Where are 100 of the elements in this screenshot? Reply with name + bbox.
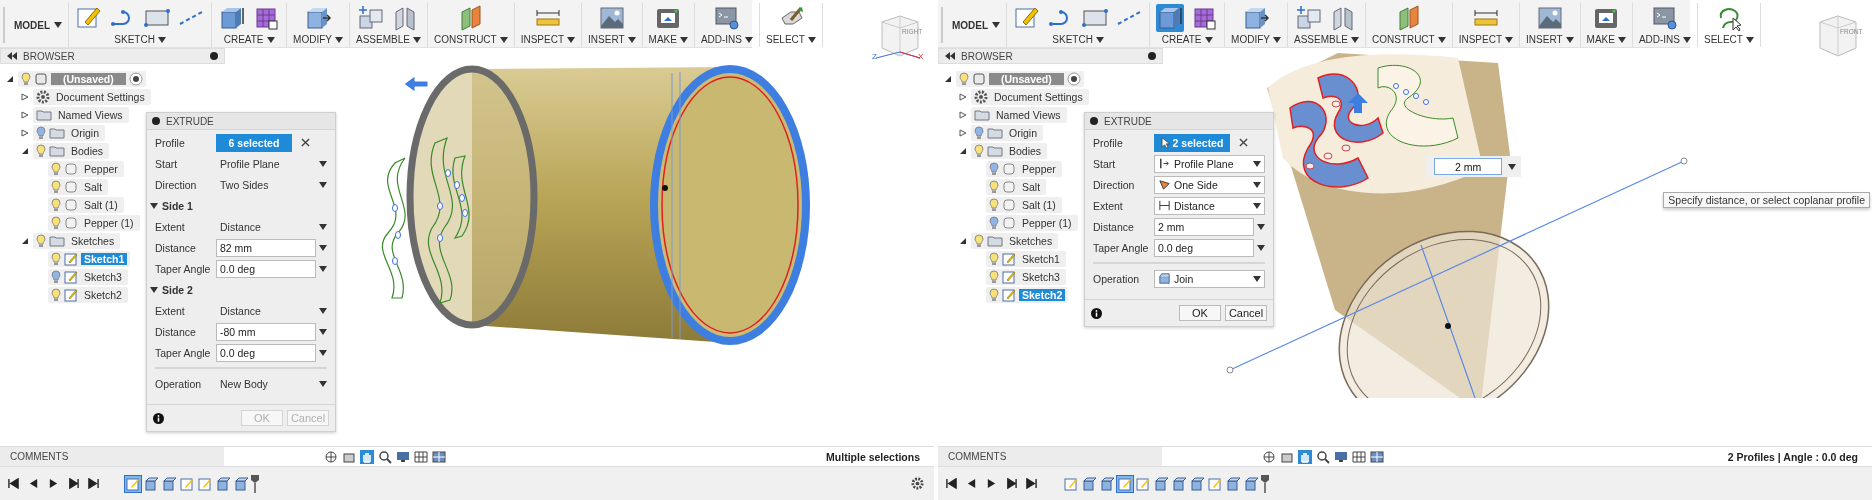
collapse-panel-icon[interactable] (7, 52, 17, 60)
extrude-feature-icon[interactable] (1099, 475, 1115, 492)
light-bulb-icon[interactable] (959, 72, 969, 86)
workspace-menu-button[interactable]: MODEL (8, 3, 70, 47)
dropdown[interactable]: Distance (216, 304, 316, 317)
light-bulb-icon[interactable] (21, 72, 31, 86)
distance-input-field[interactable]: 2 mm (1434, 158, 1502, 175)
expand-arrow-icon[interactable] (959, 129, 967, 137)
dropdown[interactable]: Join (1154, 269, 1265, 288)
cancel-button[interactable]: Cancel (1225, 305, 1267, 321)
toolbar-menu-button[interactable]: SKETCH (114, 32, 166, 47)
toolbar-menu-button[interactable]: CREATE (1161, 32, 1213, 47)
step-forward-icon[interactable] (68, 478, 79, 489)
dropdown[interactable]: Distance (216, 220, 316, 233)
info-icon[interactable] (153, 412, 164, 424)
toolbar-menu-button[interactable]: SELECT (1704, 32, 1754, 47)
input-field[interactable]: 82 mm (216, 238, 316, 257)
light-bulb-icon[interactable] (989, 162, 999, 176)
grid-icon[interactable] (1352, 449, 1366, 464)
light-bulb-icon[interactable] (989, 180, 999, 194)
toolbar-menu-button[interactable]: CONSTRUCT (433, 32, 508, 47)
toolbar-menu-button[interactable]: MAKE (648, 32, 688, 47)
toolbar-menu-button[interactable]: MAKE (1586, 32, 1626, 47)
light-bulb-icon[interactable] (36, 144, 46, 158)
extrude-icon[interactable] (1156, 3, 1185, 32)
play-icon[interactable] (986, 478, 997, 489)
dropdown[interactable]: New Body (216, 377, 316, 390)
blocks-icon[interactable] (1295, 3, 1324, 32)
collapse-icon[interactable] (152, 117, 160, 125)
blocks-icon[interactable] (357, 3, 386, 32)
toolbar-menu-button[interactable]: ADD-INS (700, 32, 753, 47)
input-field[interactable]: 0.0 deg (216, 259, 316, 278)
pan-icon[interactable] (360, 449, 374, 464)
extrude-feature-icon[interactable] (1153, 475, 1169, 492)
expand-arrow-icon[interactable] (21, 111, 29, 119)
dropdown[interactable]: One Side (1154, 175, 1265, 194)
collapse-panel-icon[interactable] (945, 52, 955, 60)
radio-icon[interactable] (128, 72, 143, 86)
clear-icon[interactable] (301, 138, 310, 147)
step-back-icon[interactable] (28, 478, 39, 489)
light-bulb-icon[interactable] (974, 126, 984, 140)
extrude-feature-icon[interactable] (1171, 475, 1187, 492)
toolbar-menu-button[interactable]: INSERT (1526, 32, 1574, 47)
toolbar-menu-button[interactable]: INSERT (588, 32, 636, 47)
grid-icon[interactable] (414, 449, 428, 464)
display-settings-icon[interactable] (1334, 449, 1348, 464)
light-bulb-icon[interactable] (989, 288, 999, 302)
dropdown[interactable]: Profile Plane (216, 157, 316, 170)
collapse-arrow-icon[interactable] (21, 237, 29, 245)
collapse-arrow-icon[interactable] (150, 202, 158, 209)
collapse-arrow-icon[interactable] (150, 286, 158, 293)
section-title[interactable]: Side 1 (162, 199, 193, 212)
display-settings-icon[interactable] (396, 449, 410, 464)
light-bulb-icon[interactable] (51, 252, 61, 266)
input-field[interactable]: 0.0 deg (1154, 238, 1254, 257)
viewports-icon[interactable] (1370, 449, 1384, 464)
toolbar-menu-button[interactable]: CREATE (223, 32, 275, 47)
input-field[interactable]: -80 mm (216, 322, 316, 341)
orbit-icon[interactable] (1262, 449, 1276, 464)
light-bulb-icon[interactable] (989, 216, 999, 230)
extrude-feature-icon[interactable] (143, 475, 159, 492)
collapse-arrow-icon[interactable] (944, 75, 952, 83)
section-title[interactable]: Side 2 (162, 283, 193, 296)
pin-icon[interactable] (210, 52, 218, 60)
light-bulb-icon[interactable] (989, 198, 999, 212)
dropdown[interactable]: Profile Plane (1154, 154, 1265, 173)
light-bulb-icon[interactable] (36, 126, 46, 140)
light-bulb-icon[interactable] (974, 144, 984, 158)
timeline-marker-icon[interactable] (1261, 474, 1269, 493)
dropdown[interactable]: Two Sides (216, 178, 316, 191)
settings-icon[interactable] (911, 477, 924, 490)
light-bulb-icon[interactable] (36, 234, 46, 248)
play-icon[interactable] (48, 478, 59, 489)
light-bulb-icon[interactable] (51, 162, 61, 176)
browser-item[interactable]: Sketch2 (1019, 289, 1066, 301)
ok-button[interactable]: OK (1179, 305, 1221, 321)
step-back-icon[interactable] (966, 478, 977, 489)
sketch-feature-icon[interactable] (1117, 475, 1133, 492)
expand-arrow-icon[interactable] (21, 129, 29, 137)
skip-to-start-icon[interactable] (8, 478, 19, 489)
browser-item[interactable]: Sketch1 (81, 253, 128, 265)
toolbar-menu-button[interactable]: SKETCH (1052, 32, 1104, 47)
viewports-icon[interactable] (432, 449, 446, 464)
light-bulb-icon[interactable] (51, 198, 61, 212)
sketch-feature-icon[interactable] (125, 475, 141, 492)
extrude-feature-icon[interactable] (1189, 475, 1205, 492)
toolbar-menu-button[interactable]: INSPECT (1458, 32, 1514, 47)
radio-icon[interactable] (1066, 72, 1081, 86)
zoom-icon[interactable] (378, 449, 392, 464)
toolbar-menu-button[interactable]: ASSEMBLE (356, 32, 421, 47)
collapse-arrow-icon[interactable] (959, 237, 967, 245)
extrude-feature-icon[interactable] (215, 475, 231, 492)
light-bulb-icon[interactable] (51, 180, 61, 194)
light-bulb-icon[interactable] (989, 270, 999, 284)
workspace-menu-button[interactable]: MODEL (946, 3, 1008, 47)
toolbar-menu-button[interactable]: ASSEMBLE (1294, 32, 1359, 47)
expand-arrow-icon[interactable] (959, 93, 967, 101)
skip-to-end-icon[interactable] (1026, 478, 1037, 489)
selection-button[interactable]: 6 selected (216, 133, 292, 152)
extrude-feature-icon[interactable] (1081, 475, 1097, 492)
